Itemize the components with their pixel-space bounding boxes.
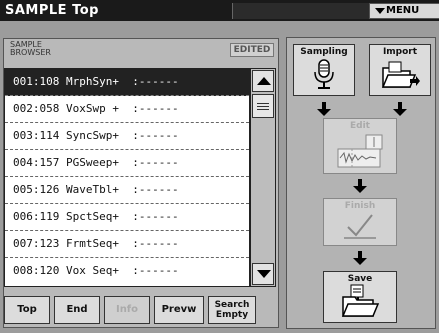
list-item[interactable]: 006:119 SpctSeq+ :------ [5, 204, 249, 231]
waveform-edit-icon [337, 134, 383, 168]
scroll-down-icon [257, 270, 271, 278]
info-button[interactable]: Info [104, 296, 150, 324]
down-arrow-icon [317, 102, 331, 116]
bottom-toolbar: Top End Info Prevw Search Empty [4, 296, 280, 326]
menu-triangle-icon [375, 8, 385, 14]
title-bar-filler [232, 3, 369, 19]
empty-label: Empty [215, 310, 249, 320]
finish-label: Finish [344, 201, 376, 211]
microphone-icon [314, 59, 334, 89]
browser-header: SAMPLE BROWSER EDITED [8, 39, 276, 67]
scrollbar[interactable] [250, 68, 276, 287]
top-button[interactable]: Top [4, 296, 50, 324]
import-button[interactable]: Import [369, 44, 431, 96]
sampling-label: Sampling [300, 47, 348, 57]
list-item[interactable]: 008:120 Vox Seq+ :------ [5, 258, 249, 285]
title-bar: SAMPLE Top MENU [0, 0, 439, 21]
scroll-up-button[interactable] [252, 70, 274, 92]
save-label: Save [347, 274, 373, 284]
list-item[interactable]: 001:108 MrphSyn+ :------ [5, 69, 249, 96]
workflow-panel: Sampling Import Edit Finish Save [286, 37, 436, 329]
down-arrow-icon [353, 179, 367, 193]
menu-label: MENU [386, 5, 420, 16]
menu-button[interactable]: MENU [369, 3, 439, 19]
scroll-thumb[interactable] [252, 94, 274, 118]
folder-import-icon [381, 61, 420, 88]
browser-label-line2: BROWSER [10, 48, 51, 57]
finish-button[interactable]: Finish [323, 198, 397, 246]
page-title: SAMPLE Top [5, 3, 99, 18]
scroll-up-icon [257, 77, 271, 85]
list-item[interactable]: 004:157 PGSweep+ :------ [5, 150, 249, 177]
sampling-button[interactable]: Sampling [293, 44, 355, 96]
search-label: Search [214, 300, 250, 310]
scroll-down-button[interactable] [252, 263, 274, 285]
preview-button[interactable]: Prevw [154, 296, 204, 324]
sample-browser: SAMPLE BROWSER EDITED 001:108 MrphSyn+ :-… [3, 38, 279, 328]
down-arrow-icon [353, 251, 367, 265]
list-item[interactable]: 003:114 SyncSwp+ :------ [5, 123, 249, 150]
end-button[interactable]: End [54, 296, 100, 324]
list-item[interactable]: 007:123 FrmtSeq+ :------ [5, 231, 249, 258]
checkmark-icon [344, 214, 376, 239]
folder-save-icon [341, 284, 380, 317]
edit-button[interactable]: Edit [323, 118, 397, 174]
search-empty-button[interactable]: Search Empty [208, 296, 256, 324]
save-button[interactable]: Save [323, 271, 397, 323]
list-item[interactable]: 002:058 VoxSwp + :------ [5, 96, 249, 123]
import-label: Import [382, 47, 418, 57]
sample-list[interactable]: 001:108 MrphSyn+ :------ 002:058 VoxSwp … [4, 68, 250, 287]
list-item[interactable]: 005:126 WaveTbl+ :------ [5, 177, 249, 204]
browser-label: SAMPLE BROWSER [10, 41, 51, 57]
down-arrow-icon [393, 102, 407, 116]
edit-label: Edit [350, 121, 370, 131]
edited-badge: EDITED [230, 43, 274, 57]
